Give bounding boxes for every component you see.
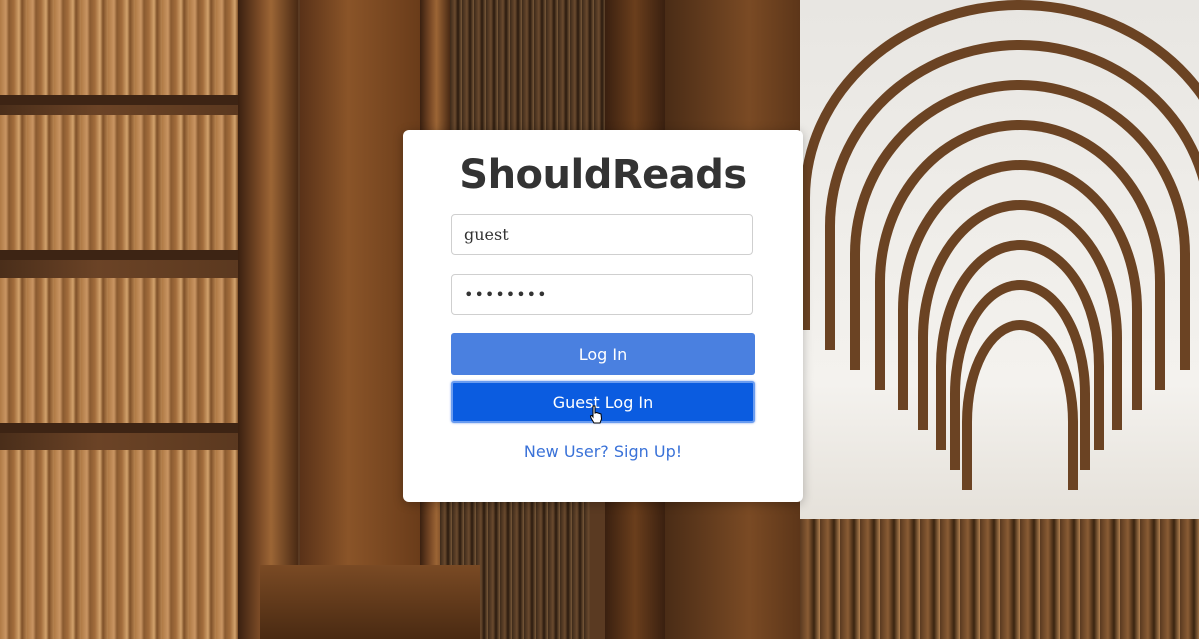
pointer-hand-cursor-icon (589, 405, 603, 424)
signup-link[interactable]: New User? Sign Up! (403, 442, 803, 461)
bookshelf-row (0, 278, 240, 433)
login-page: ShouldReads Log In Guest Log In New User… (0, 0, 1199, 639)
login-button[interactable]: Log In (451, 333, 755, 375)
wooden-pillar (300, 0, 420, 639)
login-card: ShouldReads Log In Guest Log In New User… (403, 130, 803, 502)
arched-library-hall (800, 0, 1199, 639)
guest-login-button[interactable]: Guest Log In (451, 381, 755, 423)
bookshelf-row (0, 0, 240, 105)
hall-pillars (800, 519, 1199, 639)
pillar-base (260, 565, 480, 639)
bookshelf-row (0, 450, 240, 639)
password-field[interactable] (451, 274, 753, 315)
wooden-pillar (238, 0, 298, 639)
username-field[interactable] (451, 214, 753, 255)
bookshelf-row (0, 115, 240, 260)
app-title: ShouldReads (459, 152, 747, 198)
middle-bookshelf (450, 0, 610, 136)
